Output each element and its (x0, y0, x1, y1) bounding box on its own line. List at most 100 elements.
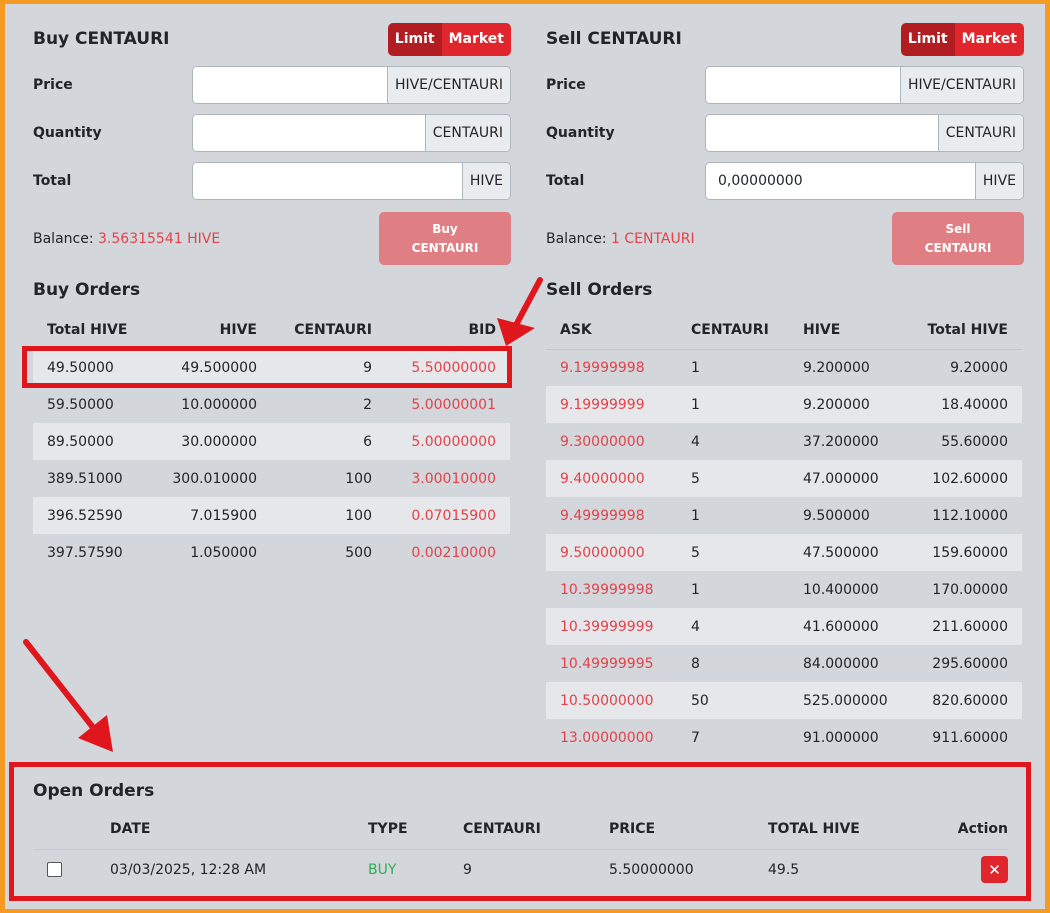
buy-order-row[interactable]: 389.51000 300.010000 100 3.00010000 (33, 460, 510, 497)
sell-order-total-hive: 18.40000 (904, 386, 1022, 423)
buy-orders-title: Buy Orders (33, 280, 141, 300)
sell-market-toggle[interactable]: Market (954, 22, 1024, 56)
buy-order-bid: 3.00010000 (386, 460, 510, 497)
buy-orders-col-bid[interactable]: BID (386, 312, 510, 350)
sell-quantity-label: Quantity (546, 125, 615, 141)
sell-price-group: HIVE/CENTAURI (705, 66, 1024, 104)
buy-order-row[interactable]: 59.50000 10.000000 2 5.00000001 (33, 386, 510, 423)
buy-total-input[interactable] (193, 163, 462, 199)
buy-market-toggle[interactable]: Market (441, 22, 511, 56)
buy-order-total-hive: 397.57590 (33, 534, 149, 571)
buy-orders-col-hive[interactable]: HIVE (149, 312, 271, 350)
sell-order-ask: 10.39999999 (546, 608, 677, 645)
sell-order-row[interactable]: 10.39999999 4 41.600000 211.60000 (546, 608, 1022, 645)
buy-quantity-unit: CENTAURI (424, 115, 510, 151)
buy-order-hive: 1.050000 (149, 534, 271, 571)
buy-submit-button[interactable]: Buy CENTAURI (379, 212, 511, 265)
sell-order-hive: 525.000000 (789, 682, 904, 719)
sell-order-ask: 10.49999995 (546, 645, 677, 682)
sell-order-ask: 10.39999998 (546, 571, 677, 608)
open-orders-col-total-hive: TOTAL HIVE (768, 810, 918, 850)
sell-order-centauri: 8 (677, 645, 789, 682)
buy-limit-toggle[interactable]: Limit (387, 22, 442, 56)
buy-total-label: Total (33, 173, 72, 189)
sell-order-total-hive: 211.60000 (904, 608, 1022, 645)
buy-order-total-hive: 389.51000 (33, 460, 149, 497)
sell-order-ask: 9.49999998 (546, 497, 677, 534)
sell-order-hive: 47.000000 (789, 460, 904, 497)
buy-orders-col-centauri[interactable]: CENTAURI (271, 312, 386, 350)
open-order-price: 5.50000000 (609, 861, 694, 878)
sell-price-input[interactable] (706, 67, 900, 103)
buy-quantity-label: Quantity (33, 125, 102, 141)
buy-price-input[interactable] (193, 67, 387, 103)
buy-price-unit: HIVE/CENTAURI (386, 67, 510, 103)
buy-balance-label: Balance: (33, 230, 94, 247)
buy-panel-header: Buy CENTAURI Limit Market (33, 22, 511, 56)
sell-order-ask: 9.40000000 (546, 460, 677, 497)
sell-order-row[interactable]: 9.49999998 1 9.500000 112.10000 (546, 497, 1022, 534)
sell-order-row[interactable]: 9.40000000 5 47.000000 102.60000 (546, 460, 1022, 497)
sell-orders-col-centauri[interactable]: CENTAURI (677, 312, 789, 350)
open-order-checkbox[interactable] (47, 862, 62, 878)
sell-orders-col-total-hive[interactable]: Total HIVE (904, 312, 1022, 350)
sell-order-total-hive: 112.10000 (904, 497, 1022, 534)
sell-order-row[interactable]: 10.50000000 50 525.000000 820.60000 (546, 682, 1022, 719)
buy-order-bid: 0.00210000 (386, 534, 510, 571)
sell-panel-title: Sell CENTAURI (546, 29, 682, 49)
buy-order-row[interactable]: 396.52590 7.015900 100 0.07015900 (33, 497, 510, 534)
buy-quantity-input[interactable] (193, 115, 425, 151)
sell-order-centauri: 1 (677, 349, 789, 386)
open-orders-table: DATE TYPE CENTAURI PRICE TOTAL HIVE Acti… (33, 810, 1008, 890)
sell-order-hive: 47.500000 (789, 534, 904, 571)
sell-balance-amount[interactable]: 1 CENTAURI (611, 231, 695, 247)
sell-orders-header-row: ASK CENTAURI HIVE Total HIVE (546, 312, 1022, 350)
sell-panel: Sell CENTAURI Limit Market Price HIVE/CE… (546, 22, 1024, 265)
sell-total-group: HIVE (705, 162, 1024, 200)
sell-order-row[interactable]: 9.19999999 1 9.200000 18.40000 (546, 386, 1022, 423)
buy-order-row[interactable]: 89.50000 30.000000 6 5.00000000 (33, 423, 510, 460)
buy-order-hive: 7.015900 (149, 497, 271, 534)
sell-order-ask: 10.50000000 (546, 682, 677, 719)
sell-panel-header: Sell CENTAURI Limit Market (546, 22, 1024, 56)
sell-order-row[interactable]: 9.50000000 5 47.500000 159.60000 (546, 534, 1022, 571)
sell-total-input[interactable] (706, 163, 975, 199)
sell-balance: Balance: 1 CENTAURI (546, 231, 695, 247)
sell-submit-line2: CENTAURI (924, 240, 992, 255)
sell-order-centauri: 50 (677, 682, 789, 719)
cancel-order-button[interactable]: ✕ (981, 856, 1008, 884)
sell-order-centauri: 4 (677, 423, 789, 460)
sell-order-centauri: 1 (677, 571, 789, 608)
buy-orders-col-total-hive[interactable]: Total HIVE (33, 312, 149, 350)
sell-balance-row: Balance: 1 CENTAURI Sell CENTAURI (546, 212, 1024, 265)
sell-order-row[interactable]: 13.00000000 7 91.000000 911.60000 (546, 719, 1022, 756)
sell-total-unit: HIVE (974, 163, 1023, 199)
sell-orders-col-ask[interactable]: ASK (546, 312, 677, 350)
buy-orders-header-row: Total HIVE HIVE CENTAURI BID (33, 312, 510, 350)
sell-order-hive: 37.200000 (789, 423, 904, 460)
sell-order-row[interactable]: 9.30000000 4 37.200000 55.60000 (546, 423, 1022, 460)
open-orders-col-select (33, 810, 110, 850)
sell-order-ask: 9.50000000 (546, 534, 677, 571)
sell-order-centauri: 5 (677, 460, 789, 497)
sell-order-row[interactable]: 10.49999995 8 84.000000 295.60000 (546, 645, 1022, 682)
sell-order-total-hive: 102.60000 (904, 460, 1022, 497)
sell-order-total-hive: 911.60000 (904, 719, 1022, 756)
buy-balance-amount[interactable]: 3.56315541 HIVE (98, 231, 220, 247)
buy-quantity-row: Quantity CENTAURI (33, 114, 511, 152)
sell-order-type-toggle: Limit Market (900, 22, 1024, 56)
buy-order-total-hive: 396.52590 (33, 497, 149, 534)
sell-order-centauri: 5 (677, 534, 789, 571)
sell-orders-table: ASK CENTAURI HIVE Total HIVE 9.19999998 … (546, 312, 1022, 756)
sell-total-row: Total HIVE (546, 162, 1024, 200)
open-order-date: 03/03/2025, 12:28 AM (110, 861, 267, 878)
sell-limit-toggle[interactable]: Limit (900, 22, 955, 56)
sell-order-total-hive: 820.60000 (904, 682, 1022, 719)
sell-orders-col-hive[interactable]: HIVE (789, 312, 904, 350)
sell-quantity-input[interactable] (706, 115, 938, 151)
sell-submit-button[interactable]: Sell CENTAURI (892, 212, 1024, 265)
sell-orders-title: Sell Orders (546, 280, 653, 300)
sell-order-row[interactable]: 10.39999998 1 10.400000 170.00000 (546, 571, 1022, 608)
sell-order-row[interactable]: 9.19999998 1 9.200000 9.20000 (546, 349, 1022, 386)
buy-order-row[interactable]: 397.57590 1.050000 500 0.00210000 (33, 534, 510, 571)
